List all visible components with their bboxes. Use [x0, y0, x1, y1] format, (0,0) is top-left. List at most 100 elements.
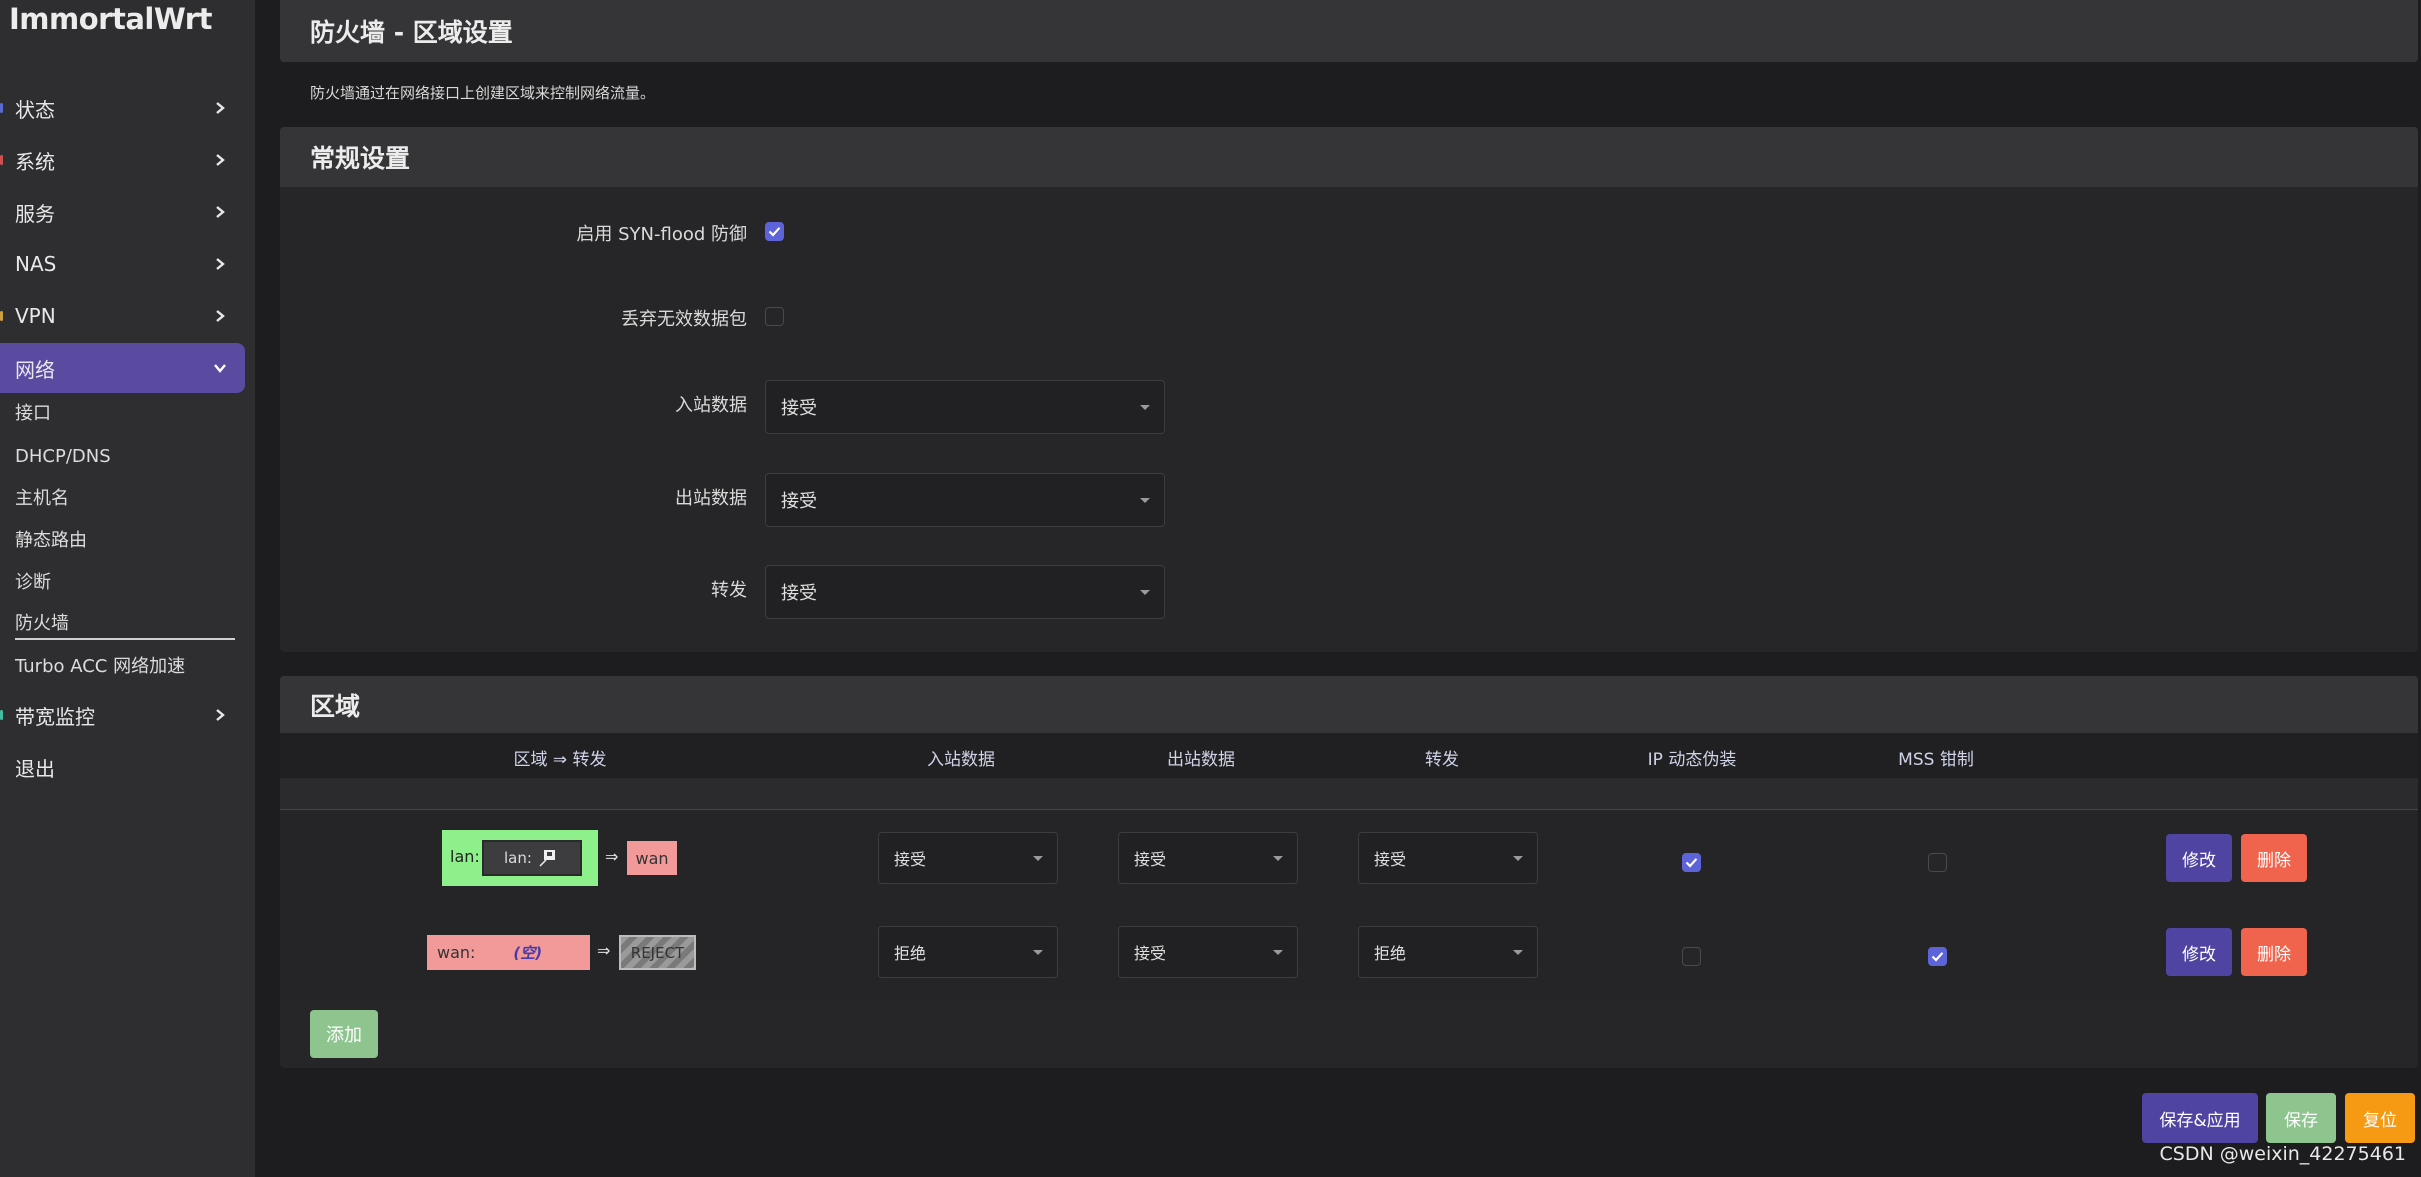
page-title-bar: 防火墙 - 区域设置	[280, 0, 2418, 62]
target-zone-name: REJECT	[630, 943, 685, 962]
sidebar: ImmortalWrt 状态 系统 服务 NAS VPN 网络 接口 DHCP/…	[0, 0, 255, 1177]
network-badge-lan: lan:	[482, 840, 582, 876]
zone-badge-wan-target: wan	[627, 841, 677, 875]
output-policy-label: 出站数据	[675, 488, 747, 509]
sidebar-item-vpn[interactable]: VPN	[0, 291, 245, 341]
page-title: 防火墙 - 区域设置	[310, 18, 513, 47]
zones-header: 区域	[280, 676, 2418, 733]
sidebar-item-label: NAS	[15, 252, 57, 276]
mss-checkbox[interactable]	[1928, 947, 1947, 966]
chevron-right-icon	[211, 255, 229, 273]
zone-forward-select[interactable]: 拒绝	[1358, 926, 1538, 978]
edit-button[interactable]: 修改	[2166, 928, 2232, 976]
zone-badge-lan[interactable]: lan: lan:	[442, 830, 598, 886]
sidebar-item-label: 退出	[15, 756, 55, 781]
zone-name: lan:	[450, 847, 480, 866]
chevron-right-icon	[211, 706, 229, 724]
sidebar-subitem-static-routes[interactable]: 静态路由	[15, 526, 87, 556]
zone-output-select[interactable]: 接受	[1118, 832, 1298, 884]
select-value: 接受	[781, 583, 817, 604]
sidebar-item-label: 网络	[15, 357, 55, 382]
check-icon	[1685, 858, 1698, 868]
sidebar-item-nas[interactable]: NAS	[0, 239, 245, 289]
sidebar-subitem-diagnostics[interactable]: 诊断	[15, 568, 51, 598]
sidebar-item-bandwidth[interactable]: 带宽监控	[0, 690, 245, 740]
syn-flood-label: 启用 SYN-flood 防御	[576, 224, 747, 245]
sidebar-subitem-dhcp-dns[interactable]: DHCP/DNS	[15, 442, 111, 472]
column-header-zone: 区域 ⇒ 转发	[513, 750, 607, 770]
table-row	[280, 811, 2418, 905]
output-policy-select[interactable]: 接受	[765, 473, 1165, 527]
sidebar-item-label: 状态	[15, 97, 55, 122]
column-header-mss: MSS 钳制	[1898, 750, 1974, 770]
forward-arrow: ⇒	[605, 847, 619, 866]
masq-checkbox[interactable]	[1682, 947, 1701, 966]
caret-down-icon	[1273, 855, 1283, 861]
delete-button[interactable]: 删除	[2241, 834, 2307, 882]
reset-button[interactable]: 复位	[2345, 1093, 2415, 1143]
forward-policy-select[interactable]: 接受	[765, 565, 1165, 619]
zones-table-header: 区域 ⇒ 转发 入站数据 出站数据 转发 IP 动态伪装 MSS 钳制	[280, 733, 2418, 778]
table-spacer-row	[280, 778, 2418, 810]
select-value: 拒绝	[894, 944, 927, 963]
zone-badge-reject: REJECT	[619, 935, 696, 970]
sidebar-item-label: VPN	[15, 304, 56, 328]
select-value: 接受	[1134, 944, 1167, 963]
caret-down-icon	[1140, 497, 1150, 503]
check-icon	[1931, 952, 1944, 962]
chevron-right-icon	[211, 307, 229, 325]
sidebar-item-network[interactable]: 网络	[0, 343, 245, 393]
input-policy-select[interactable]: 接受	[765, 380, 1165, 434]
edit-button[interactable]: 修改	[2166, 834, 2232, 882]
sidebar-item-logout[interactable]: 退出	[0, 742, 245, 792]
brand-logo: ImmortalWrt	[9, 2, 212, 36]
sidebar-item-label: 带宽监控	[15, 704, 95, 729]
empty-network-label: (空)	[513, 944, 543, 962]
sidebar-item-status[interactable]: 状态	[0, 83, 245, 133]
caret-down-icon	[1033, 855, 1043, 861]
sidebar-item-system[interactable]: 系统	[0, 135, 245, 185]
caret-down-icon	[1140, 404, 1150, 410]
watermark: CSDN @weixin_42275461	[2159, 1143, 2407, 1165]
sidebar-subitem-turbo-acc[interactable]: Turbo ACC 网络加速	[15, 652, 185, 682]
sidebar-item-label: 系统	[15, 149, 55, 174]
save-button[interactable]: 保存	[2266, 1093, 2336, 1143]
chevron-down-icon	[211, 359, 229, 377]
network-name: lan:	[504, 849, 532, 867]
sidebar-subitem-interfaces[interactable]: 接口	[15, 399, 51, 429]
chevron-right-icon	[211, 99, 229, 117]
zone-input-select[interactable]: 接受	[878, 832, 1058, 884]
add-zone-button[interactable]: 添加	[310, 1010, 378, 1058]
select-value: 接受	[781, 491, 817, 512]
mss-checkbox[interactable]	[1928, 853, 1947, 872]
masq-checkbox[interactable]	[1682, 853, 1701, 872]
syn-flood-checkbox[interactable]	[765, 222, 784, 241]
zone-forward-select[interactable]: 接受	[1358, 832, 1538, 884]
target-zone-name: wan	[635, 848, 669, 868]
status-dot-icon	[0, 155, 3, 165]
zone-input-select[interactable]: 拒绝	[878, 926, 1058, 978]
column-header-input: 入站数据	[927, 750, 995, 770]
zone-badge-wan[interactable]: wan: (空)	[427, 935, 590, 970]
drop-invalid-label: 丢弃无效数据包	[621, 309, 747, 330]
forward-policy-label: 转发	[711, 580, 747, 601]
drop-invalid-checkbox[interactable]	[765, 307, 784, 326]
delete-button[interactable]: 删除	[2241, 928, 2307, 976]
caret-down-icon	[1513, 855, 1523, 861]
status-dot-icon	[0, 311, 3, 321]
forward-arrow: ⇒	[597, 941, 611, 960]
sidebar-subitem-hostnames[interactable]: 主机名	[15, 484, 69, 514]
status-dot-icon	[0, 103, 3, 113]
column-header-forward: 转发	[1425, 750, 1459, 770]
save-apply-button[interactable]: 保存&应用	[2142, 1093, 2258, 1143]
sidebar-subitem-firewall[interactable]: 防火墙	[15, 610, 235, 640]
select-value: 拒绝	[1374, 944, 1407, 963]
section-title: 区域	[310, 691, 361, 721]
select-value: 接受	[894, 850, 927, 869]
zone-output-select[interactable]: 接受	[1118, 926, 1298, 978]
caret-down-icon	[1140, 589, 1150, 595]
zone-name: wan:	[437, 943, 476, 962]
status-dot-icon	[0, 710, 3, 720]
network-port-icon	[539, 850, 555, 867]
sidebar-item-services[interactable]: 服务	[0, 187, 245, 237]
